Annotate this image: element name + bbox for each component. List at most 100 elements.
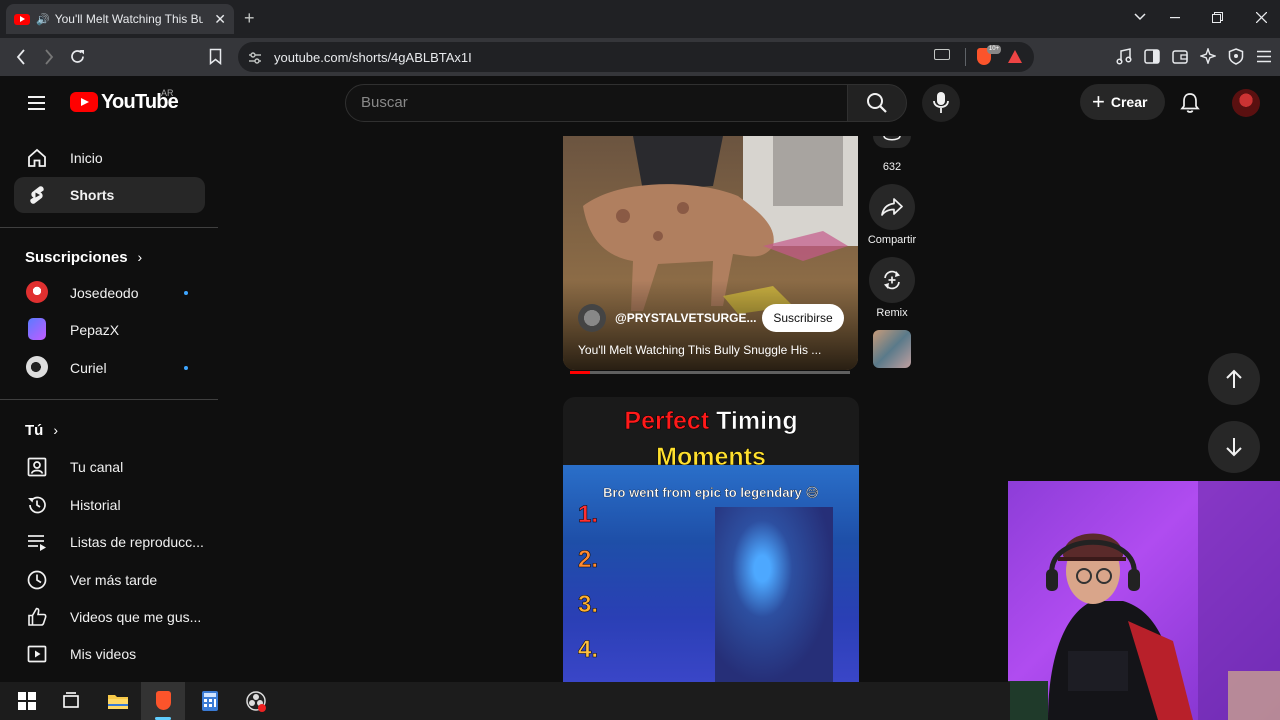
headline-line-1: Perfect Timing	[563, 407, 859, 436]
sidebar-item-inicio[interactable]: Inicio	[14, 140, 205, 176]
you-heading[interactable]: Tú ›	[25, 422, 58, 439]
comment-icon	[883, 136, 901, 141]
search-input[interactable]	[361, 94, 831, 111]
channel-name: Curiel	[70, 360, 107, 376]
new-content-dot	[184, 366, 188, 370]
cast-icon[interactable]	[934, 49, 950, 60]
microphone-icon	[933, 92, 949, 113]
brave-rewards-icon[interactable]	[1008, 50, 1022, 63]
new-content-dot	[184, 291, 188, 295]
bookmark-icon[interactable]	[209, 48, 222, 65]
channel-icon	[27, 457, 47, 477]
speaker-icon[interactable]: 🔊	[36, 13, 50, 26]
minimize-icon[interactable]	[1170, 17, 1180, 19]
forward-icon[interactable]	[44, 49, 54, 65]
arrow-up-icon	[1226, 369, 1242, 388]
progress-track[interactable]	[570, 371, 850, 374]
short-title[interactable]: You'll Melt Watching This Bully Snuggle …	[578, 343, 821, 357]
arrow-down-icon	[1226, 438, 1242, 457]
leo-ai-icon[interactable]	[1200, 48, 1216, 64]
channel-handle[interactable]: @PRYSTALVETSURGE...	[615, 311, 757, 325]
calculator-icon[interactable]	[199, 690, 221, 712]
reload-icon[interactable]	[69, 48, 86, 65]
video-icon	[27, 645, 47, 663]
back-icon[interactable]	[16, 49, 26, 65]
media-controls-icon[interactable]	[1116, 48, 1132, 65]
rank-label: 2.	[578, 546, 599, 574]
headline-red-word: Perfect	[624, 407, 710, 436]
sidebar-item-label: Tu canal	[70, 459, 124, 475]
playlist-icon	[28, 535, 46, 551]
browser-menu-icon[interactable]	[1256, 50, 1272, 63]
sidebar-item-listas[interactable]: Listas de reproducc...	[14, 524, 205, 560]
channel-avatar[interactable]	[578, 304, 606, 332]
rank-label: 4.	[578, 636, 599, 664]
account-avatar[interactable]	[1232, 89, 1260, 117]
sidebar-toggle-icon[interactable]	[1144, 49, 1160, 64]
voice-search-button[interactable]	[922, 84, 960, 122]
browser-tab-bar: 🔊 You'll Melt Watching This Bully Snuggl…	[0, 0, 1280, 38]
search-button[interactable]	[847, 84, 907, 122]
chevron-right-icon: ›	[53, 422, 58, 438]
sidebar-item-channel[interactable]: Curiel	[14, 350, 205, 386]
comments-button[interactable]	[873, 136, 911, 148]
new-tab-icon[interactable]: +	[244, 8, 255, 29]
rank-label: 3.	[578, 591, 599, 619]
file-explorer-icon[interactable]	[107, 690, 129, 712]
windows-start-icon[interactable]	[16, 690, 38, 712]
streamer-image	[1008, 481, 1280, 720]
avatar	[26, 356, 48, 378]
site-info-icon[interactable]	[248, 51, 262, 65]
next-short-preview[interactable]: Perfect Timing Moments Bro went from epi…	[563, 397, 859, 683]
sidebar-item-tu-canal[interactable]: Tu canal	[14, 449, 205, 485]
youtube-logo-icon[interactable]	[70, 92, 98, 112]
sidebar-item-label: Shorts	[70, 187, 115, 203]
tab-search-chevron-icon[interactable]	[1134, 13, 1146, 21]
remix-icon	[884, 270, 900, 290]
next-short-button[interactable]	[1208, 421, 1260, 473]
sidebar-item-historial[interactable]: Historial	[14, 487, 205, 523]
notifications-bell-icon[interactable]	[1180, 92, 1200, 114]
browser-toolbar: youtube.com/shorts/4gABLBTAx1I 10+	[0, 38, 1280, 76]
sidebar-item-videos-gustan[interactable]: Videos que me gus...	[14, 599, 205, 635]
remix-button[interactable]	[869, 257, 915, 303]
remix-action[interactable]: Remix	[867, 257, 917, 319]
address-bar[interactable]: youtube.com/shorts/4gABLBTAx1I 10+	[238, 42, 1034, 72]
subscriptions-heading[interactable]: Suscripciones ›	[25, 249, 142, 266]
sidebar-divider	[0, 227, 218, 228]
close-window-icon[interactable]	[1256, 12, 1267, 23]
tab-title: You'll Melt Watching This Bully Snuggle …	[54, 12, 203, 26]
channel-name: PepazX	[70, 322, 120, 338]
task-view-icon[interactable]	[60, 690, 82, 712]
audio-thumbnail[interactable]	[873, 330, 911, 368]
create-button[interactable]: + Crear	[1080, 84, 1165, 120]
taskbar-active-app[interactable]	[141, 682, 185, 720]
url-text: youtube.com/shorts/4gABLBTAx1I	[274, 50, 472, 65]
youtube-favicon-icon	[14, 13, 30, 25]
search-box[interactable]	[345, 84, 848, 122]
streamer-webcam-overlay	[1008, 481, 1280, 720]
restore-icon[interactable]	[1212, 12, 1223, 23]
create-label: Crear	[1110, 94, 1148, 110]
video-figure	[715, 507, 833, 683]
share-button[interactable]	[869, 184, 915, 230]
share-label: Compartir	[867, 234, 917, 246]
previous-short-button[interactable]	[1208, 353, 1260, 405]
browser-tab-active[interactable]: 🔊 You'll Melt Watching This Bully Snuggl…	[6, 4, 234, 34]
sidebar-item-channel[interactable]: PepazX	[14, 312, 205, 348]
subscribe-button[interactable]: Suscribirse	[762, 304, 844, 332]
sidebar-item-mis-videos[interactable]: Mis videos	[14, 636, 205, 672]
share-action[interactable]: Compartir	[867, 184, 917, 246]
vpn-shield-icon[interactable]	[1228, 48, 1244, 65]
short-video-player[interactable]: @PRYSTALVETSURGE... Suscribirse You'll M…	[563, 136, 858, 370]
menu-icon[interactable]	[28, 96, 45, 110]
sidebar-item-ver-mas-tarde[interactable]: Ver más tarde	[14, 562, 205, 598]
obs-studio-icon[interactable]	[245, 690, 267, 712]
wallet-icon[interactable]	[1172, 49, 1188, 64]
sidebar-item-channel[interactable]: Josedeodo	[14, 275, 205, 311]
region-code: AR	[161, 88, 174, 98]
brave-browser-icon	[156, 691, 171, 710]
close-tab-icon[interactable]: ✕	[214, 11, 226, 28]
shorts-icon	[30, 186, 44, 204]
sidebar-item-shorts[interactable]: Shorts	[14, 177, 205, 213]
